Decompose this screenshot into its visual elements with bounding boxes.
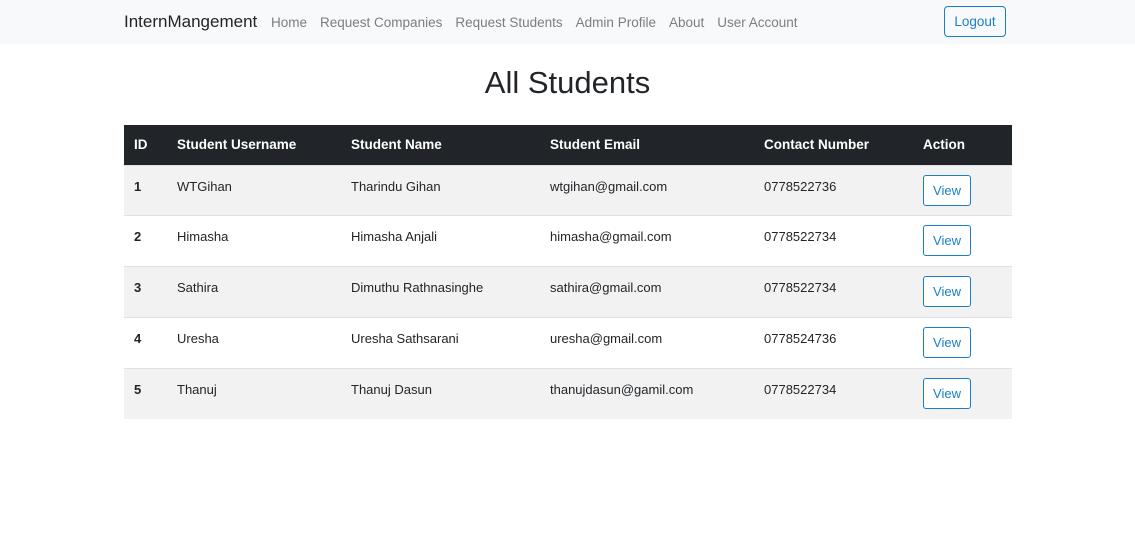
cell-id: 5: [134, 381, 142, 397]
view-button[interactable]: View: [923, 174, 971, 206]
students-table: ID Student Username Student Name Student…: [124, 125, 1012, 419]
view-button[interactable]: View: [923, 276, 971, 308]
cell-id: 1: [134, 178, 142, 194]
cell-email: uresha@gmail.com: [550, 330, 663, 346]
cell-username: Himasha: [177, 229, 229, 245]
nav-link-about[interactable]: About: [669, 14, 704, 31]
top-navbar: InternMangement Home Request Companies R…: [0, 0, 1135, 44]
table-row: 1 WTGihan Tharindu Gihan wtgihan@gmail.c…: [124, 164, 1012, 216]
table-row: 4 Uresha Uresha Sathsarani uresha@gmail.…: [124, 316, 1012, 369]
view-button[interactable]: View: [923, 225, 971, 257]
cell-id: 4: [134, 330, 142, 346]
view-button[interactable]: View: [923, 377, 971, 409]
table-header: ID Student Username Student Name Student…: [124, 125, 1012, 165]
cell-username: Sathira: [177, 280, 219, 296]
cell-contact: 0778524736: [764, 330, 837, 346]
nav-link-request-companies[interactable]: Request Companies: [320, 14, 442, 31]
cell-email: sathira@gmail.com: [550, 280, 662, 296]
cell-contact: 0778522734: [764, 280, 837, 296]
cell-username: WTGihan: [177, 178, 232, 194]
nav-link-home[interactable]: Home: [271, 14, 307, 31]
header-username: Student Username: [167, 125, 341, 165]
cell-email: thanujdasun@gamil.com: [550, 381, 694, 397]
table-row: 5 Thanuj Thanuj Dasun thanujdasun@gamil.…: [124, 367, 1012, 419]
cell-email: wtgihan@gmail.com: [550, 178, 668, 194]
header-name: Student Name: [341, 125, 540, 165]
nav-link-request-students[interactable]: Request Students: [455, 14, 562, 31]
table-row: 3 Sathira Dimuthu Rathnasinghe sathira@g…: [124, 266, 1012, 318]
nav-link-admin-profile[interactable]: Admin Profile: [576, 14, 656, 31]
cell-name: Thanuj Dasun: [351, 381, 432, 397]
cell-id: 2: [134, 229, 142, 245]
header-email: Student Email: [540, 125, 754, 165]
nav-links: Home Request Companies Request Students …: [271, 14, 811, 31]
nav-link-user-account[interactable]: User Account: [717, 14, 797, 31]
header-action: Action: [913, 125, 1012, 165]
cell-name: Tharindu Gihan: [351, 178, 441, 194]
cell-contact: 0778522734: [764, 381, 837, 397]
cell-email: himasha@gmail.com: [550, 229, 672, 245]
cell-name: Dimuthu Rathnasinghe: [351, 280, 484, 296]
cell-contact: 0778522736: [764, 178, 837, 194]
cell-name: Himasha Anjali: [351, 229, 437, 245]
logout-button[interactable]: Logout: [944, 6, 1006, 37]
view-button[interactable]: View: [923, 326, 971, 358]
table-body: 1 WTGihan Tharindu Gihan wtgihan@gmail.c…: [124, 164, 1012, 419]
cell-username: Thanuj: [177, 381, 217, 397]
page-title: All Students: [484, 65, 651, 100]
cell-id: 3: [134, 280, 142, 296]
header-contact: Contact Number: [754, 125, 913, 165]
table-row: 2 Himasha Himasha Anjali himasha@gmail.c…: [124, 215, 1012, 267]
header-id: ID: [124, 125, 167, 165]
brand-link[interactable]: InternMangement: [124, 12, 257, 32]
cell-name: Uresha Sathsarani: [351, 330, 459, 346]
cell-contact: 0778522734: [764, 229, 837, 245]
cell-username: Uresha: [177, 330, 219, 346]
